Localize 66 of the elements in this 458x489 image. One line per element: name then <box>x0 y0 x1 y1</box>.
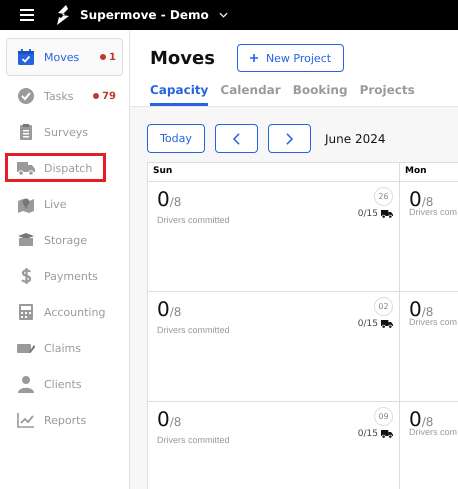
sidebar-item[interactable]: Accounting <box>6 296 123 328</box>
truck-icon <box>381 429 393 439</box>
date-number: 02 <box>374 297 393 316</box>
app-title[interactable]: Supermove - Demo <box>80 8 209 22</box>
sidebar-label: Tasks <box>44 90 74 102</box>
sidebar-label: Accounting <box>44 306 106 318</box>
chevron-left-icon <box>233 132 240 144</box>
tab[interactable]: Calendar <box>220 80 281 106</box>
next-button[interactable] <box>268 124 311 153</box>
sidebar-item[interactable]: Dispatch <box>6 152 123 184</box>
tab[interactable]: Projects <box>360 80 415 106</box>
caption-text: Drivers com <box>409 317 458 327</box>
sidebar-item[interactable]: Live <box>6 188 123 220</box>
driver-count: 0/8 <box>157 407 182 433</box>
column-header: Sun <box>148 163 400 182</box>
sidebar-item[interactable]: Claims <box>6 332 123 364</box>
calendar-check-icon <box>17 48 35 66</box>
sidebar-label: Surveys <box>44 126 89 138</box>
truck-icon <box>381 209 393 219</box>
plus-icon <box>250 54 258 62</box>
today-button[interactable]: Today <box>147 124 205 153</box>
driver-count: 0/8 <box>157 187 182 213</box>
caption-text: Drivers committed <box>157 215 231 225</box>
chevron-right-icon <box>286 132 293 144</box>
chart-line-icon <box>17 411 35 429</box>
sidebar-item[interactable]: Storage <box>6 224 123 256</box>
sidebar-label: Live <box>44 198 68 210</box>
count-badge: 1 <box>100 52 116 62</box>
sidebar-label: Clients <box>44 378 83 390</box>
sidebar-item[interactable]: Surveys <box>6 116 123 148</box>
menu-icon[interactable] <box>20 9 34 21</box>
caption-text: Drivers committed <box>157 435 231 445</box>
clipboard-icon <box>17 123 35 141</box>
check-circle-icon <box>17 87 35 105</box>
sidebar-item[interactable]: Reports <box>6 404 123 436</box>
sidebar-label: Storage <box>44 234 88 246</box>
sidebar-label: Moves <box>44 50 80 64</box>
person-icon <box>17 375 35 393</box>
truck-icon <box>381 319 393 329</box>
sidebar-item[interactable]: Clients <box>6 368 123 400</box>
calculator-icon <box>17 303 35 321</box>
caption-text: Drivers committed <box>157 325 231 335</box>
count-badge: 79 <box>93 90 116 102</box>
box-icon <box>17 231 35 249</box>
sidebar-label: Payments <box>44 270 99 282</box>
tab[interactable]: Booking <box>292 80 348 106</box>
new-project-button[interactable]: New Project <box>236 44 344 72</box>
date-number: 09 <box>374 407 393 426</box>
caption-text: Drivers com <box>409 427 458 437</box>
sidebar-label: Reports <box>44 414 88 426</box>
driver-count: 0/8 <box>157 297 182 323</box>
sidebar-item[interactable]: Payments <box>6 260 123 292</box>
date-number: 26 <box>374 187 393 206</box>
truck-count: 0/15 <box>358 319 378 329</box>
truck-icon <box>17 159 35 177</box>
previous-button[interactable] <box>215 124 258 153</box>
truck-count: 0/15 <box>358 429 378 439</box>
chevron-down-icon[interactable] <box>218 12 228 18</box>
sidebar-label: Claims <box>44 342 82 354</box>
sidebar-item[interactable]: Tasks 79 <box>6 80 123 112</box>
sidebar-item[interactable]: Moves 1 <box>6 38 123 76</box>
sidebar-label: Dispatch <box>44 162 94 174</box>
page-title: Moves <box>150 48 215 68</box>
month-label: June 2024 <box>325 132 386 146</box>
truck-count: 0/15 <box>358 209 378 219</box>
caption-text: Drivers com <box>409 207 458 217</box>
